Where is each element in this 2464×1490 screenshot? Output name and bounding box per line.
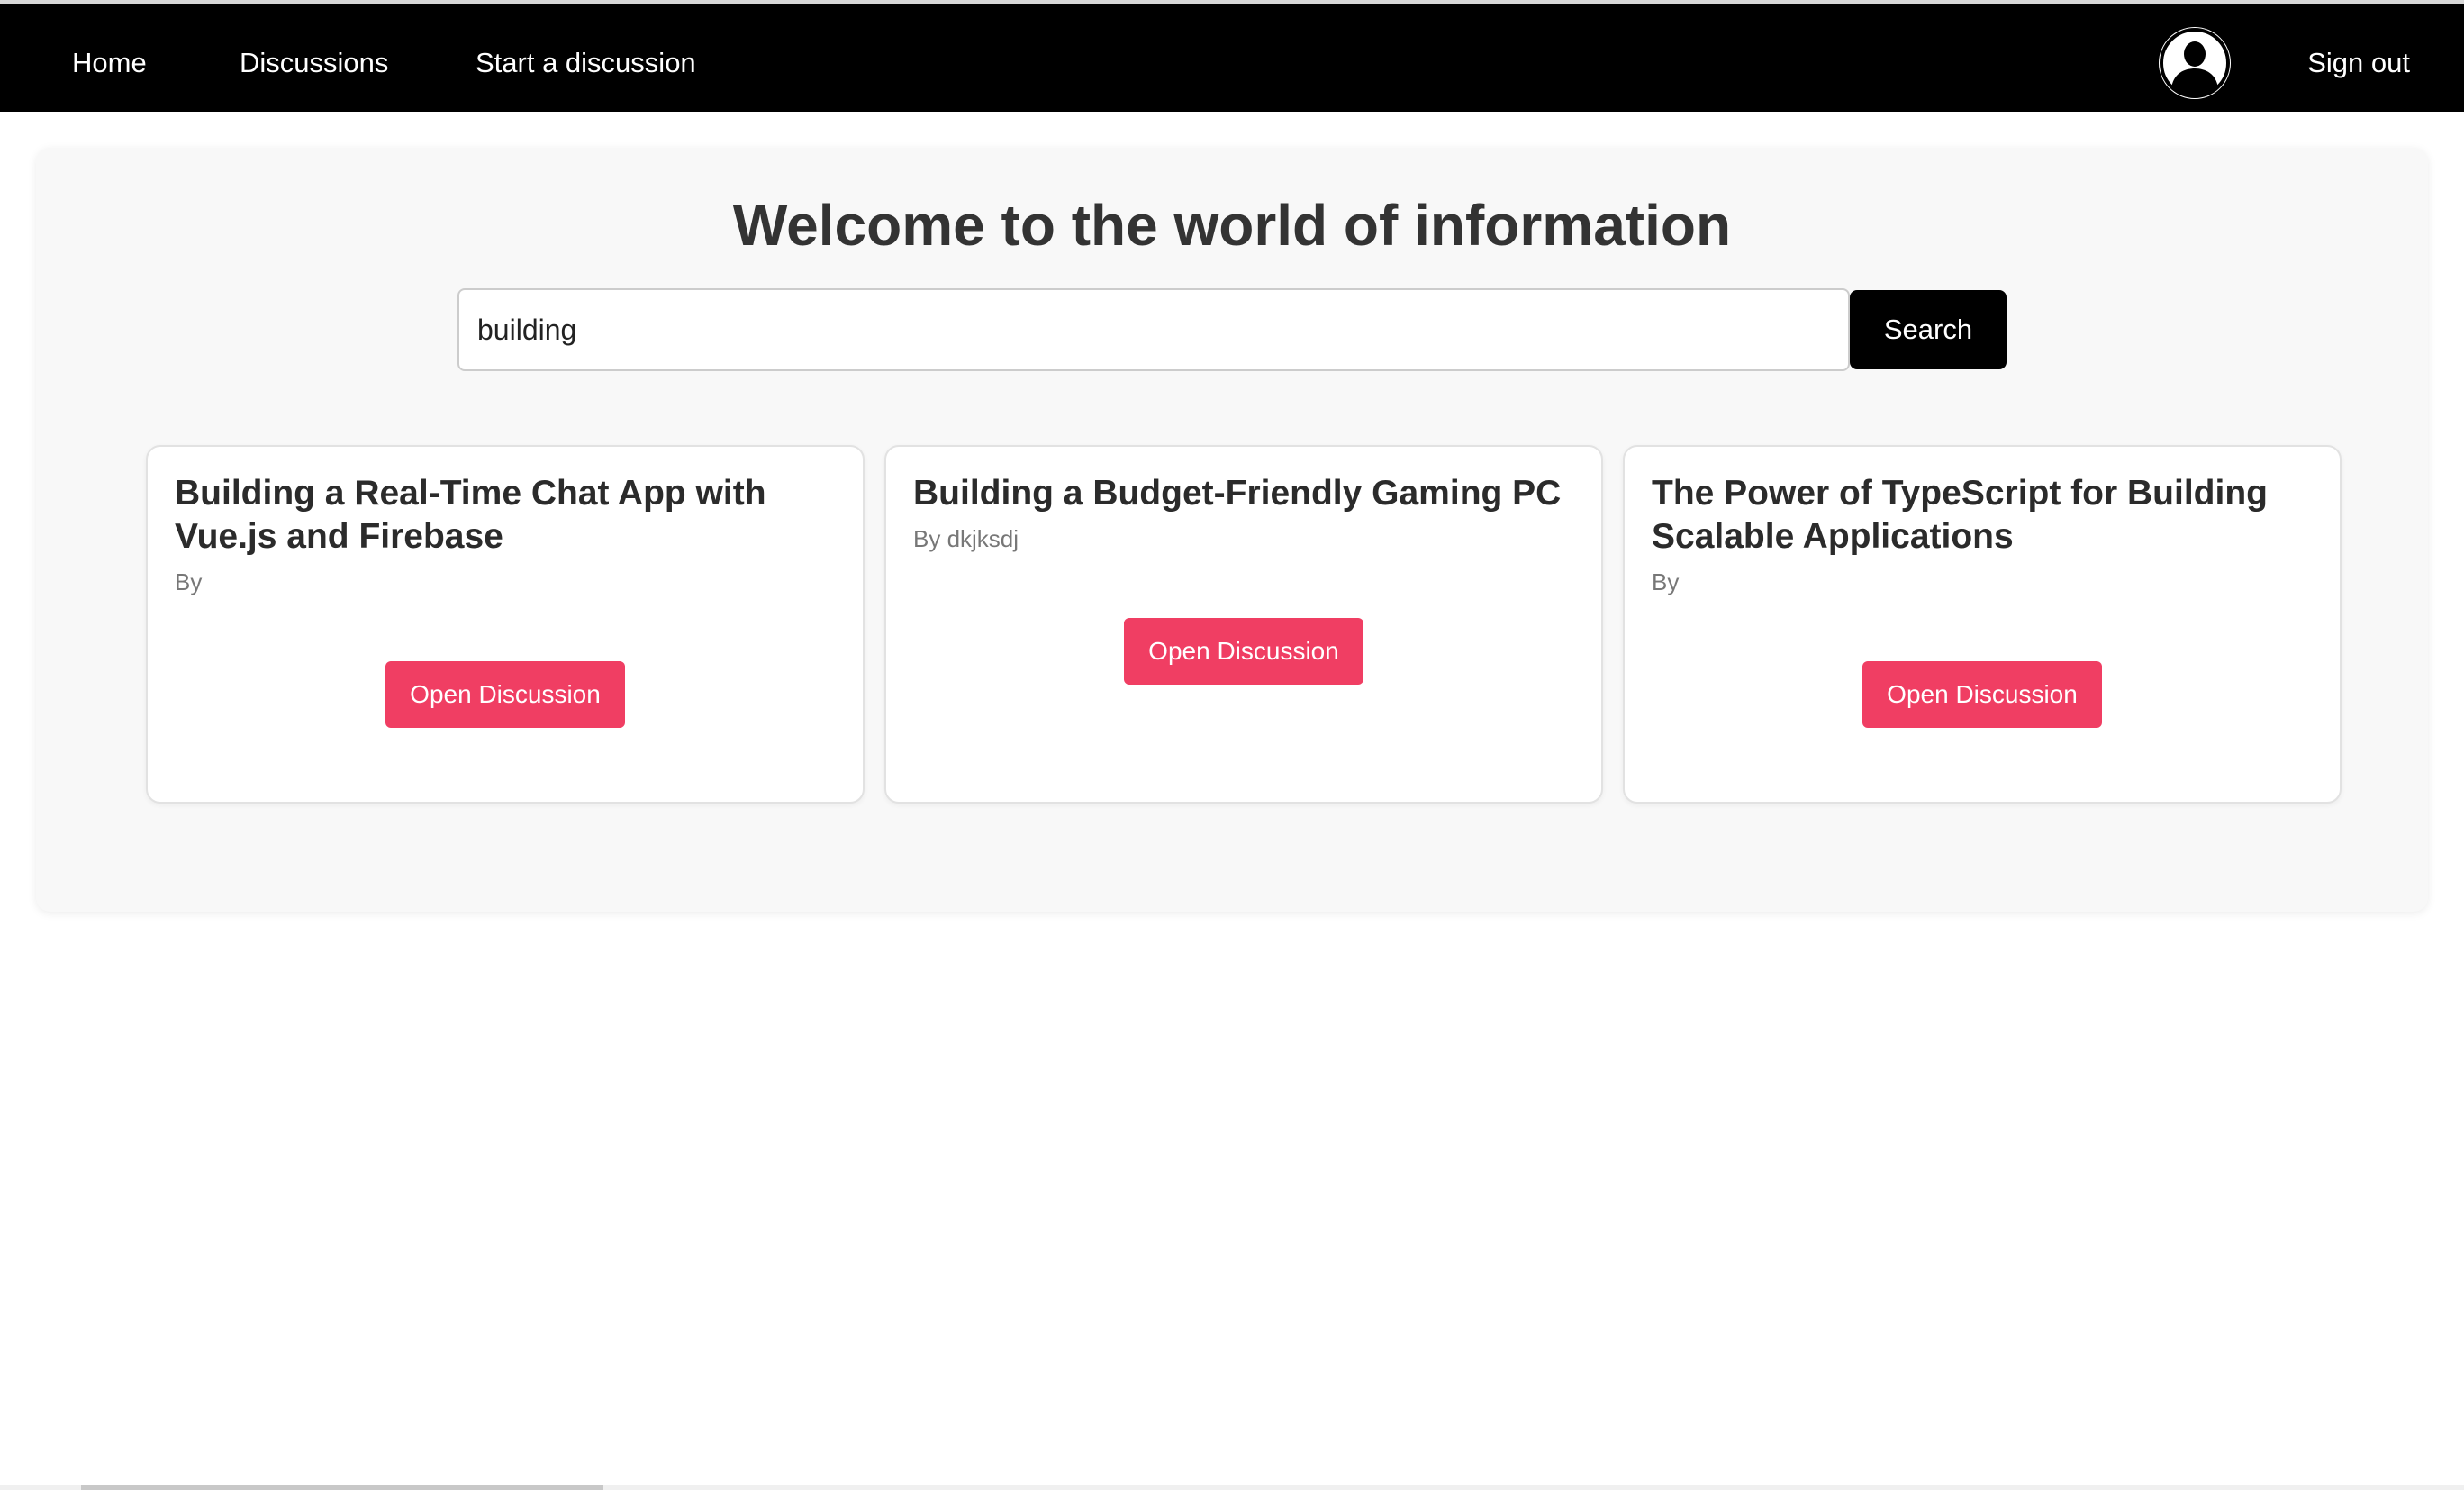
sign-out-link[interactable]: Sign out xyxy=(2307,45,2410,81)
discussion-title: The Power of TypeScript for Building Sca… xyxy=(1652,474,2268,556)
horizontal-scrollbar-thumb[interactable] xyxy=(81,1485,603,1490)
discussion-author: By xyxy=(175,568,203,595)
search-button[interactable]: Search xyxy=(1850,290,2007,369)
open-discussion-button[interactable]: Open Discussion xyxy=(1862,661,2102,728)
top-navigation-bar: Home Discussions Start a discussion Sign… xyxy=(0,0,2464,112)
nav-discussions-link[interactable]: Discussions xyxy=(240,45,388,81)
open-discussion-button[interactable]: Open Discussion xyxy=(385,661,625,728)
main-panel: Welcome to the world of information Sear… xyxy=(36,148,2428,912)
discussion-card: The Power of TypeScript for Building Sca… xyxy=(1623,445,2342,804)
nav-start-discussion-link[interactable]: Start a discussion xyxy=(476,45,696,81)
nav-home-link[interactable]: Home xyxy=(72,45,147,81)
user-avatar-icon[interactable] xyxy=(2159,27,2231,99)
discussion-author: By dkjksdj xyxy=(913,525,1019,552)
open-discussion-button[interactable]: Open Discussion xyxy=(1124,618,1363,685)
discussion-title: Building a Real-Time Chat App with Vue.j… xyxy=(175,474,766,556)
discussion-card: Building a Budget-Friendly Gaming PC By … xyxy=(884,445,1603,804)
person-silhouette-icon xyxy=(2160,28,2230,98)
discussion-author: By xyxy=(1652,568,1680,595)
page-title: Welcome to the world of information xyxy=(732,193,1732,258)
discussion-title: Building a Budget-Friendly Gaming PC xyxy=(913,474,1562,513)
search-input[interactable] xyxy=(457,288,1850,371)
discussion-card: Building a Real-Time Chat App with Vue.j… xyxy=(146,445,865,804)
